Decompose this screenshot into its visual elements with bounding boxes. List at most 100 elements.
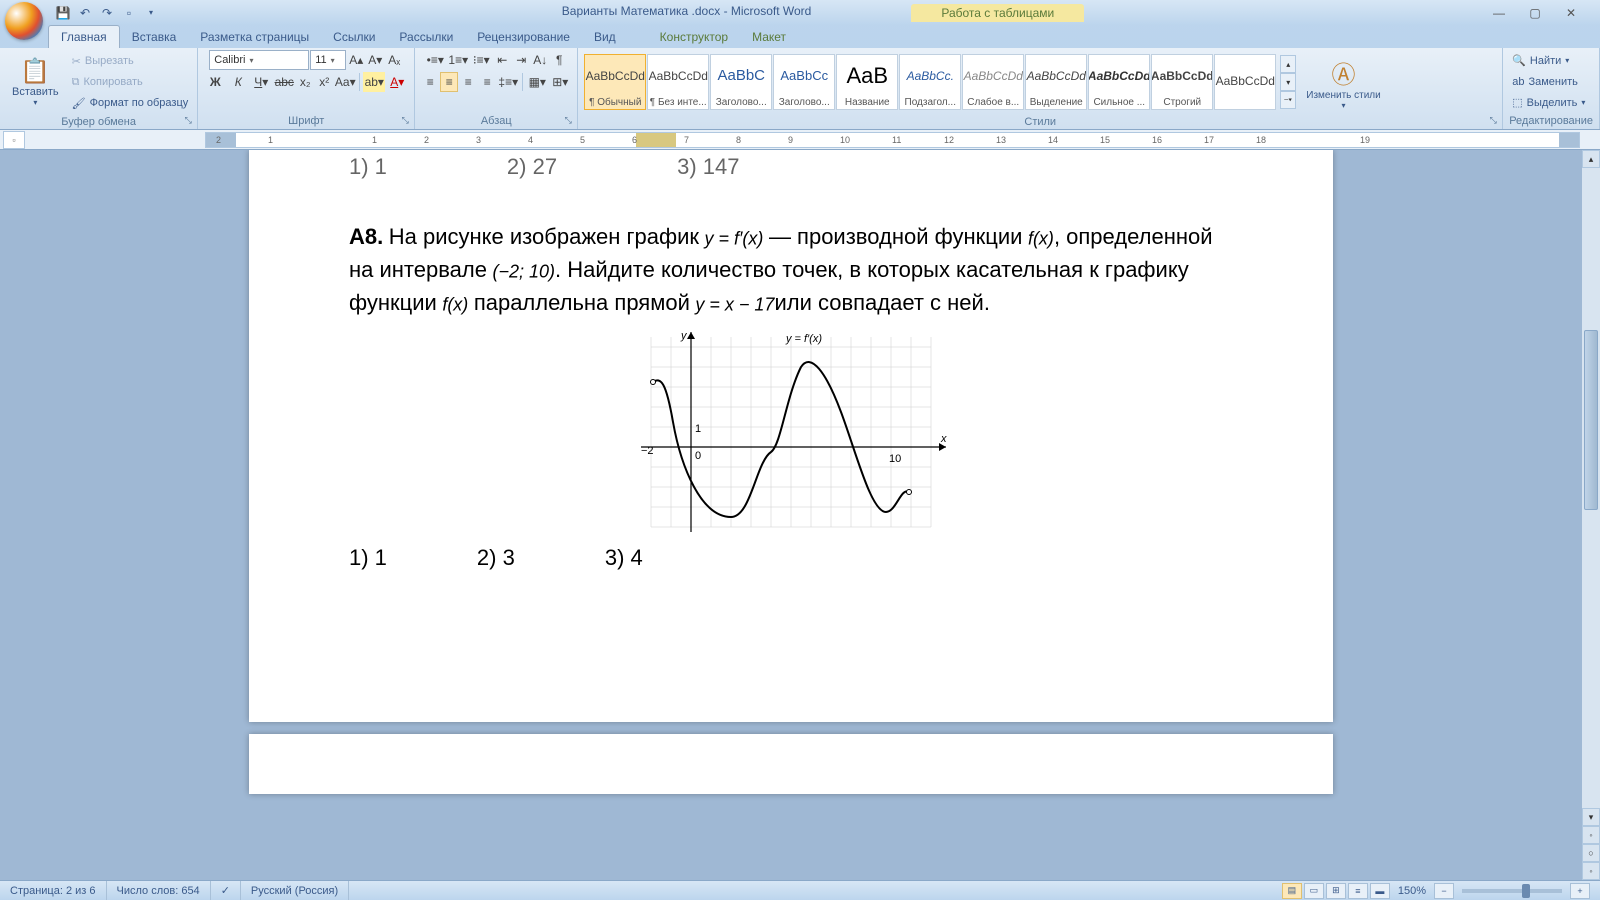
prev-page-button[interactable]: ◦: [1582, 826, 1600, 844]
tab-mailings[interactable]: Рассылки: [387, 26, 465, 48]
qat-customize-icon[interactable]: ▾: [141, 3, 161, 23]
group-font: Calibri▾ 11▾ A▴ A▾ Aₓ Ж К Ч▾ abc x₂ x² A…: [198, 48, 415, 129]
bold-button[interactable]: Ж: [204, 72, 226, 92]
close-button[interactable]: ✕: [1557, 4, 1585, 22]
zoom-in-button[interactable]: +: [1570, 883, 1590, 899]
copy-button[interactable]: ⧉Копировать: [69, 72, 192, 92]
style-tile-10[interactable]: AaBbCcDd: [1214, 54, 1276, 110]
find-button[interactable]: 🔍Найти▾: [1509, 51, 1588, 71]
horizontal-ruler[interactable]: 2112345678910111213141516171819: [205, 132, 1580, 148]
multilevel-button[interactable]: ⁝≡▾: [470, 50, 492, 70]
subscript-button[interactable]: x₂: [296, 72, 314, 92]
change-styles-button[interactable]: Ⓐ Изменить стили ▾: [1300, 50, 1386, 114]
style-tile-3[interactable]: AaBbCcЗаголово...: [773, 54, 835, 110]
tab-layout[interactable]: Макет: [740, 26, 798, 48]
italic-button[interactable]: К: [227, 72, 249, 92]
justify-button[interactable]: ≡: [478, 72, 496, 92]
style-tile-7[interactable]: AaBbCcDdВыделение: [1025, 54, 1087, 110]
cut-button[interactable]: ✂Вырезать: [69, 51, 192, 71]
qat-extra-icon[interactable]: ▫: [119, 3, 139, 23]
align-right-button[interactable]: ≡: [459, 72, 477, 92]
tab-insert[interactable]: Вставка: [120, 26, 189, 48]
vertical-scrollbar[interactable]: ▴ ▾ ◦ ○ ◦: [1582, 150, 1600, 880]
style-tile-8[interactable]: AaBbCcDdСильное ...: [1088, 54, 1150, 110]
paragraph-launcher[interactable]: ⤡: [561, 113, 575, 127]
styles-more-button[interactable]: ⎯▾: [1280, 91, 1296, 109]
undo-icon[interactable]: ↶: [75, 3, 95, 23]
font-size-combo[interactable]: 11▾: [310, 50, 346, 70]
office-button[interactable]: [5, 2, 43, 40]
style-tile-0[interactable]: AaBbCcDd¶ Обычный: [584, 54, 646, 110]
scroll-down-button[interactable]: ▾: [1582, 808, 1600, 826]
shading-button[interactable]: ▦▾: [526, 72, 548, 92]
align-center-button[interactable]: ≡: [440, 72, 458, 92]
tab-review[interactable]: Рецензирование: [465, 26, 582, 48]
scroll-thumb[interactable]: [1584, 330, 1598, 510]
next-page-button[interactable]: ◦: [1582, 862, 1600, 880]
zoom-level[interactable]: 150%: [1398, 885, 1426, 897]
tab-view[interactable]: Вид: [582, 26, 628, 48]
tab-design[interactable]: Конструктор: [648, 26, 740, 48]
pages-viewport[interactable]: 1) 1 2) 27 3) 147 A8. На рисунке изображ…: [0, 150, 1582, 880]
numbering-button[interactable]: 1≡▾: [447, 50, 469, 70]
styles-up-button[interactable]: ▴: [1280, 55, 1296, 73]
align-left-button[interactable]: ≡: [421, 72, 439, 92]
show-marks-button[interactable]: ¶: [550, 50, 568, 70]
styles-gallery: AaBbCcDd¶ ОбычныйAaBbCcDd¶ Без инте...Aa…: [584, 54, 1276, 110]
view-outline[interactable]: ≡: [1348, 883, 1368, 899]
group-label-paragraph: Абзац: [421, 113, 571, 129]
style-tile-4[interactable]: AaBНазвание: [836, 54, 898, 110]
clear-format-icon[interactable]: Aₓ: [385, 50, 403, 70]
bullets-button[interactable]: •≡▾: [424, 50, 446, 70]
tab-home[interactable]: Главная: [48, 25, 120, 48]
font-color-button[interactable]: A▾: [386, 72, 408, 92]
highlight-button[interactable]: ab▾: [363, 72, 385, 92]
tab-page-layout[interactable]: Разметка страницы: [188, 26, 321, 48]
style-tile-6[interactable]: AaBbCcDdСлабое в...: [962, 54, 1024, 110]
minimize-button[interactable]: —: [1485, 4, 1513, 22]
replace-button[interactable]: abЗаменить: [1509, 72, 1588, 92]
styles-launcher[interactable]: ⤡: [1486, 113, 1500, 127]
sort-button[interactable]: A↓: [531, 50, 549, 70]
font-name-combo[interactable]: Calibri▾: [209, 50, 309, 70]
style-tile-1[interactable]: AaBbCcDd¶ Без инте...: [647, 54, 709, 110]
styles-down-button[interactable]: ▾: [1280, 73, 1296, 91]
format-painter-button[interactable]: 🖌Формат по образцу: [69, 93, 192, 113]
style-tile-2[interactable]: AaBbCЗаголово...: [710, 54, 772, 110]
view-full-read[interactable]: ▭: [1304, 883, 1324, 899]
tab-references[interactable]: Ссылки: [321, 26, 387, 48]
view-print-layout[interactable]: ▤: [1282, 883, 1302, 899]
grow-font-icon[interactable]: A▴: [347, 50, 365, 70]
status-page[interactable]: Страница: 2 из 6: [0, 881, 107, 900]
shrink-font-icon[interactable]: A▾: [366, 50, 384, 70]
font-launcher[interactable]: ⤡: [398, 113, 412, 127]
underline-button[interactable]: Ч▾: [250, 72, 272, 92]
indent-inc-button[interactable]: ⇥: [512, 50, 530, 70]
browse-object-button[interactable]: ○: [1582, 844, 1600, 862]
copy-icon: ⧉: [72, 76, 80, 89]
redo-icon[interactable]: ↷: [97, 3, 117, 23]
status-words[interactable]: Число слов: 654: [107, 881, 211, 900]
paste-button[interactable]: 📋 Вставить ▾: [6, 50, 65, 114]
style-tile-9[interactable]: AaBbCcDdСтрогий: [1151, 54, 1213, 110]
scroll-up-button[interactable]: ▴: [1582, 150, 1600, 168]
status-language[interactable]: Русский (Россия): [241, 881, 349, 900]
zoom-slider[interactable]: [1462, 889, 1562, 893]
view-web[interactable]: ⊞: [1326, 883, 1346, 899]
ruler-toggle[interactable]: ▫: [3, 131, 25, 149]
clipboard-launcher[interactable]: ⤡: [181, 113, 195, 127]
zoom-out-button[interactable]: −: [1434, 883, 1454, 899]
status-proofing[interactable]: ✓: [211, 881, 241, 900]
select-button[interactable]: ⬚Выделить▾: [1509, 93, 1588, 113]
indent-dec-button[interactable]: ⇤: [493, 50, 511, 70]
maximize-button[interactable]: ▢: [1521, 4, 1549, 22]
group-paragraph: •≡▾ 1≡▾ ⁝≡▾ ⇤ ⇥ A↓ ¶ ≡ ≡ ≡ ≡ ‡≡▾ ▦▾ ⊞▾ А…: [415, 48, 578, 129]
superscript-button[interactable]: x²: [315, 72, 333, 92]
change-case-button[interactable]: Aa▾: [334, 72, 356, 92]
line-spacing-button[interactable]: ‡≡▾: [497, 72, 519, 92]
view-draft[interactable]: ▬: [1370, 883, 1390, 899]
strike-button[interactable]: abc: [273, 72, 295, 92]
save-icon[interactable]: 💾: [53, 3, 73, 23]
style-tile-5[interactable]: AaBbCc.Подзагол...: [899, 54, 961, 110]
borders-button[interactable]: ⊞▾: [549, 72, 571, 92]
